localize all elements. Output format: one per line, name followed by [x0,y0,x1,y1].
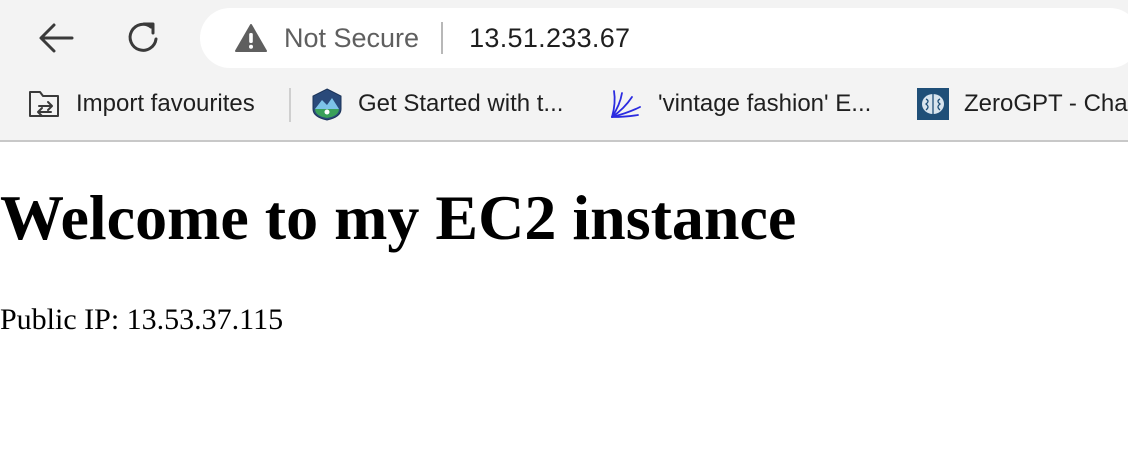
public-ip-text: Public IP: 13.53.37.115 [0,303,284,336]
security-indicator[interactable]: Not Secure [234,23,419,54]
pinterest-brush-icon [611,90,641,118]
favorites-separator [289,88,291,122]
address-bar[interactable]: Not Secure 13.51.233.67 [200,8,1128,68]
browser-toolbar: Not Secure 13.51.233.67 [0,0,1128,76]
folder-import-icon [29,91,59,117]
browser-chrome: Not Secure 13.51.233.67 Import favourite… [0,0,1128,142]
favorite-label: Get Started with t... [358,90,564,117]
favorite-import-favourites[interactable]: Import favourites [28,76,255,132]
page-content: Welcome to my EC2 instance Public IP: 13… [0,142,1128,460]
zerogpt-brain-icon [917,88,949,120]
favorite-label: Import favourites [76,90,255,117]
refresh-button[interactable] [118,12,170,64]
favorite-label: 'vintage fashion' E... [658,90,872,117]
favorite-get-started[interactable]: Get Started with t... [310,76,563,132]
page-heading: Welcome to my EC2 instance [0,182,797,253]
url-text[interactable]: 13.51.233.67 [469,23,630,54]
back-button[interactable] [30,12,82,64]
favorite-vintage-fashion[interactable]: 'vintage fashion' E... [608,76,871,132]
favorite-zerogpt[interactable]: ZeroGPT - Cha [916,76,1128,132]
address-divider [441,22,444,54]
favorites-bar: Import favourites Get Started with t... … [0,76,1128,138]
trailhead-icon [312,88,342,121]
not-secure-label: Not Secure [284,22,420,53]
favorite-label: ZeroGPT - Cha [964,90,1128,117]
back-arrow-icon [39,23,74,53]
refresh-icon [128,22,158,52]
warning-icon [235,24,267,52]
